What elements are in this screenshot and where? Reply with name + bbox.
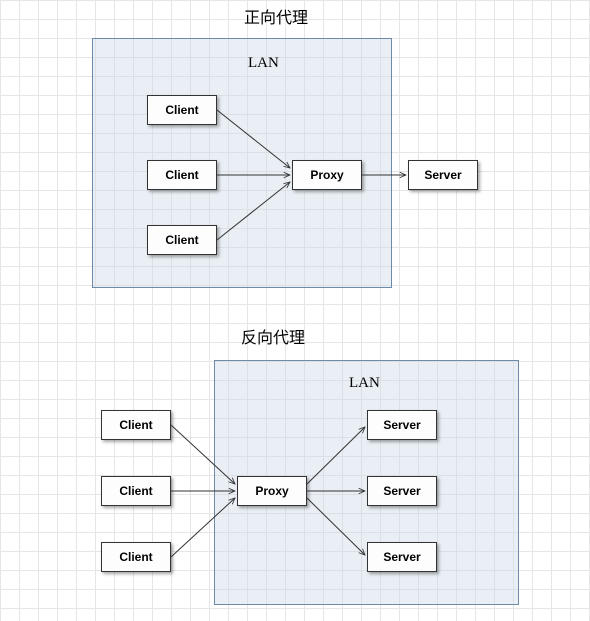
forward-client-2: Client bbox=[147, 160, 217, 190]
forward-server-node: Server bbox=[408, 160, 478, 190]
reverse-proxy-node: Proxy bbox=[237, 476, 307, 506]
reverse-client-3: Client bbox=[101, 542, 171, 572]
forward-proxy-node: Proxy bbox=[292, 160, 362, 190]
reverse-server-2: Server bbox=[367, 476, 437, 506]
forward-client-3: Client bbox=[147, 225, 217, 255]
reverse-client-1: Client bbox=[101, 410, 171, 440]
reverse-server-3: Server bbox=[367, 542, 437, 572]
reverse-server-1: Server bbox=[367, 410, 437, 440]
reverse-proxy-title: 反向代理 bbox=[241, 324, 305, 348]
forward-lan-label: LAN bbox=[248, 55, 279, 72]
reverse-lan-label: LAN bbox=[349, 375, 380, 392]
reverse-client-2: Client bbox=[101, 476, 171, 506]
forward-proxy-title: 正向代理 bbox=[244, 4, 308, 28]
forward-client-1: Client bbox=[147, 95, 217, 125]
